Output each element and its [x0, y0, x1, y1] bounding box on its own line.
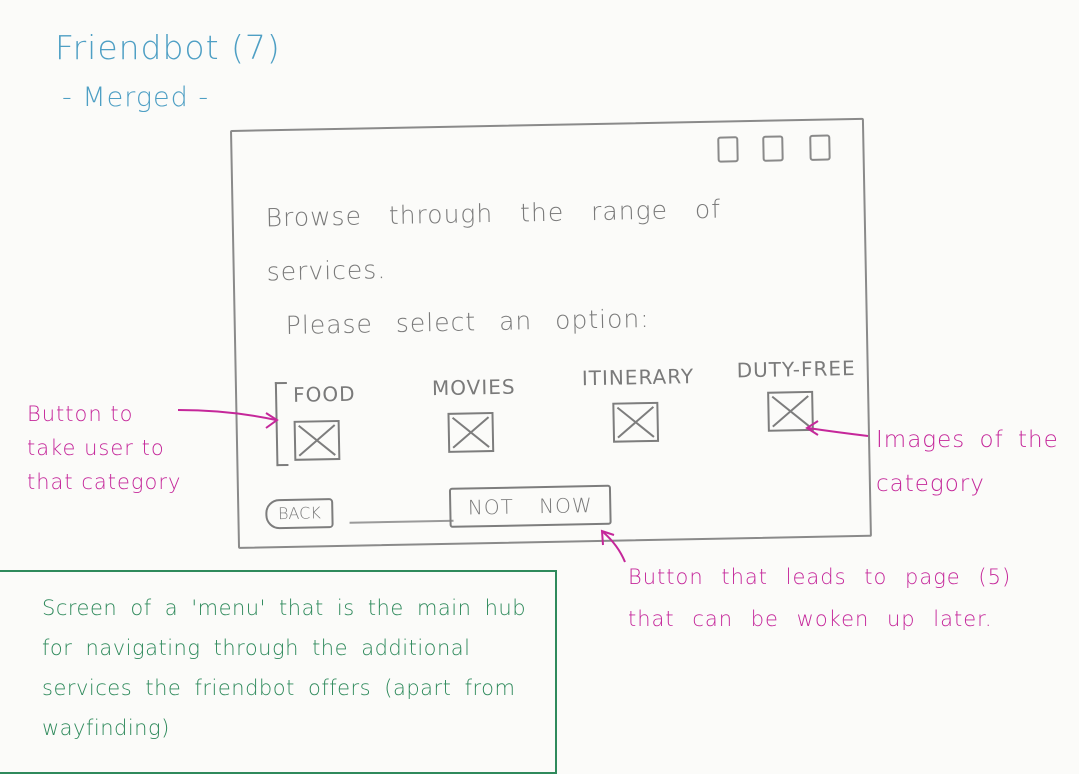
screen-description-note: Screen of a 'menu' that is the main hub … — [42, 596, 527, 740]
wireframe-window: Browse through the range of services. Pl… — [230, 117, 872, 549]
prompt-text: Please select an option: — [285, 303, 650, 340]
annotation-images-category: Images of the category — [876, 427, 1059, 497]
headline-text: Browse through the range of services. — [265, 194, 722, 287]
window-close-icon[interactable] — [809, 134, 831, 161]
category-label-duty-free[interactable]: Duty-Free — [736, 356, 855, 382]
category-label-food[interactable]: Food — [293, 382, 356, 407]
divider-line — [349, 519, 454, 524]
category-itinerary-image-icon[interactable] — [612, 401, 660, 443]
category-duty-free-image-icon[interactable] — [767, 390, 814, 432]
not-now-button[interactable]: NOT NOW — [448, 484, 612, 528]
back-button[interactable]: BACK — [265, 498, 334, 530]
category-label-itinerary[interactable]: Itinerary — [582, 364, 695, 390]
annotation-not-now: Button that leads to page (5) that can b… — [628, 565, 1012, 631]
category-food-image-icon[interactable] — [293, 419, 341, 461]
annotation-button-category: Button to take user to that category — [27, 402, 182, 494]
window-maximize-icon[interactable] — [762, 135, 784, 162]
bracket-mark — [274, 381, 289, 467]
sketch-subtitle: - Merged - — [62, 82, 210, 113]
window-minimize-icon[interactable] — [717, 136, 739, 163]
sketch-title: Friendbot (7) — [55, 28, 281, 67]
category-movies-image-icon[interactable] — [447, 411, 495, 453]
category-label-movies[interactable]: Movies — [432, 375, 516, 401]
